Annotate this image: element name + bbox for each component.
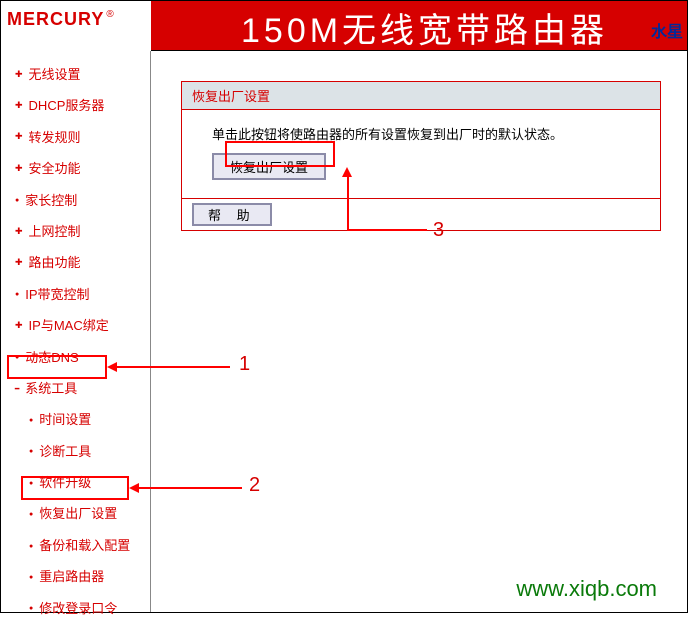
panel-title: 恢复出厂设置 [182,82,660,110]
nav-label: 路由功能 [29,251,81,274]
dot-icon [15,285,19,303]
expand-icon [15,223,23,241]
dot-icon [15,191,19,209]
nav-label: 时间设置 [39,408,91,431]
dot-icon [29,599,33,617]
panel-desc: 单击此按钮将使路由器的所有设置恢复到出厂时的默认状态。 [212,124,640,143]
nav-firmware[interactable]: 软件升级 [1,467,150,498]
app-header: MERCURY ® 150M无线宽带路由器 水星 [1,1,687,51]
nav-label: 诊断工具 [39,440,91,463]
nav-forwarding[interactable]: 转发规则 [1,122,150,153]
nav-parental[interactable]: 家长控制 [1,185,150,216]
nav-ddns[interactable]: 动态DNS [1,342,150,373]
expand-icon [15,66,23,84]
nav-diagnostics[interactable]: 诊断工具 [1,436,150,467]
logo: MERCURY ® [1,1,151,51]
nav-change-password[interactable]: 修改登录口令 [1,593,150,624]
nav-system-tools[interactable]: 系统工具 [1,373,150,404]
expand-icon [15,317,23,335]
nav-ip-mac[interactable]: IP与MAC绑定 [1,310,150,341]
nav-label: 系统工具 [25,377,77,400]
nav-label: 软件升级 [39,471,91,494]
nav-label: 转发规则 [29,126,81,149]
dot-icon [29,568,33,586]
dot-icon [29,442,33,460]
factory-reset-button[interactable]: 恢复出厂设置 [212,153,326,180]
expand-icon [15,128,23,146]
logo-reg: ® [106,9,113,20]
nav-wireless[interactable]: 无线设置 [1,59,150,90]
nav-reboot[interactable]: 重启路由器 [1,561,150,592]
dot-icon [29,537,33,555]
main-content: 恢复出厂设置 单击此按钮将使路由器的所有设置恢复到出厂时的默认状态。 恢复出厂设… [151,51,687,612]
nav-label: IP与MAC绑定 [29,314,109,337]
nav-label: 安全功能 [29,157,81,180]
help-bar: 帮 助 [181,199,661,231]
help-button[interactable]: 帮 助 [192,203,272,226]
reset-panel: 恢复出厂设置 单击此按钮将使路由器的所有设置恢复到出厂时的默认状态。 恢复出厂设… [181,81,661,199]
nav-label: 恢复出厂设置 [39,502,117,525]
dot-icon [29,474,33,492]
dot-icon [29,411,33,429]
nav-routing[interactable]: 路由功能 [1,247,150,278]
nav-label: IP带宽控制 [25,283,89,306]
nav-label: 家长控制 [25,189,77,212]
expand-icon [15,254,23,272]
nav-label: DHCP服务器 [29,94,105,117]
dot-icon [15,348,19,366]
expand-icon [15,97,23,115]
nav-label: 备份和载入配置 [39,534,130,557]
nav-access-control[interactable]: 上网控制 [1,216,150,247]
nav-security[interactable]: 安全功能 [1,153,150,184]
header-title: 150M无线宽带路由器 [241,3,608,52]
nav-factory-reset[interactable]: 恢复出厂设置 [1,498,150,529]
nav-label: 无线设置 [29,63,81,86]
nav-dhcp[interactable]: DHCP服务器 [1,90,150,121]
nav-label: 修改登录口令 [39,597,117,620]
nav-label: 动态DNS [25,346,78,369]
sidebar: 无线设置 DHCP服务器 转发规则 安全功能 家长控制 上网控制 路由功能 IP… [1,51,151,612]
nav-label: 重启路由器 [39,565,104,588]
nav-time-settings[interactable]: 时间设置 [1,404,150,435]
panel-body: 单击此按钮将使路由器的所有设置恢复到出厂时的默认状态。 恢复出厂设置 [182,110,660,198]
header-subtitle: 水星 [651,18,683,42]
dot-icon [29,505,33,523]
collapse-icon [15,380,19,398]
nav-backup-restore[interactable]: 备份和载入配置 [1,530,150,561]
expand-icon [15,160,23,178]
nav-bandwidth[interactable]: IP带宽控制 [1,279,150,310]
logo-text: MERCURY [7,9,104,30]
nav-label: 上网控制 [29,220,81,243]
